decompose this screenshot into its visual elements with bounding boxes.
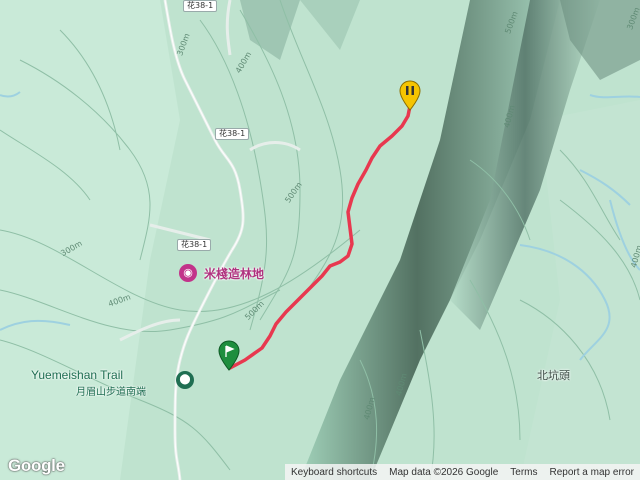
start-marker-icon[interactable] [218,340,240,372]
report-error-link[interactable]: Report a map error [544,467,640,478]
place-label: 北坑頭 [537,369,570,382]
terrain-layer [0,0,640,480]
map-canvas[interactable]: 花38-1 花38-1 花38-1 300m 400m 500m 400m 30… [0,0,640,480]
hiker-icon[interactable]: ⬤ [176,371,194,389]
trail-label-zh[interactable]: 月眉山步道南端 [76,383,146,398]
attribution-bar: Keyboard shortcuts Map data ©2026 Google… [284,464,640,480]
road-shield: 花38-1 [177,239,212,251]
map-data-text: Map data ©2026 Google [389,466,499,478]
trail-label-en[interactable]: Yuemeishan Trail [31,368,123,382]
end-marker-icon[interactable] [399,80,421,112]
google-logo: Google [8,456,65,475]
camera-pin-icon[interactable]: ◉ [179,264,197,282]
road-shield: 花38-1 [215,128,250,140]
terms-link[interactable]: Terms [504,467,543,478]
road-shield: 花38-1 [183,0,218,12]
keyboard-shortcuts-link[interactable]: Keyboard shortcuts [285,467,383,478]
poi-label[interactable]: 米棧造林地 [204,265,264,282]
